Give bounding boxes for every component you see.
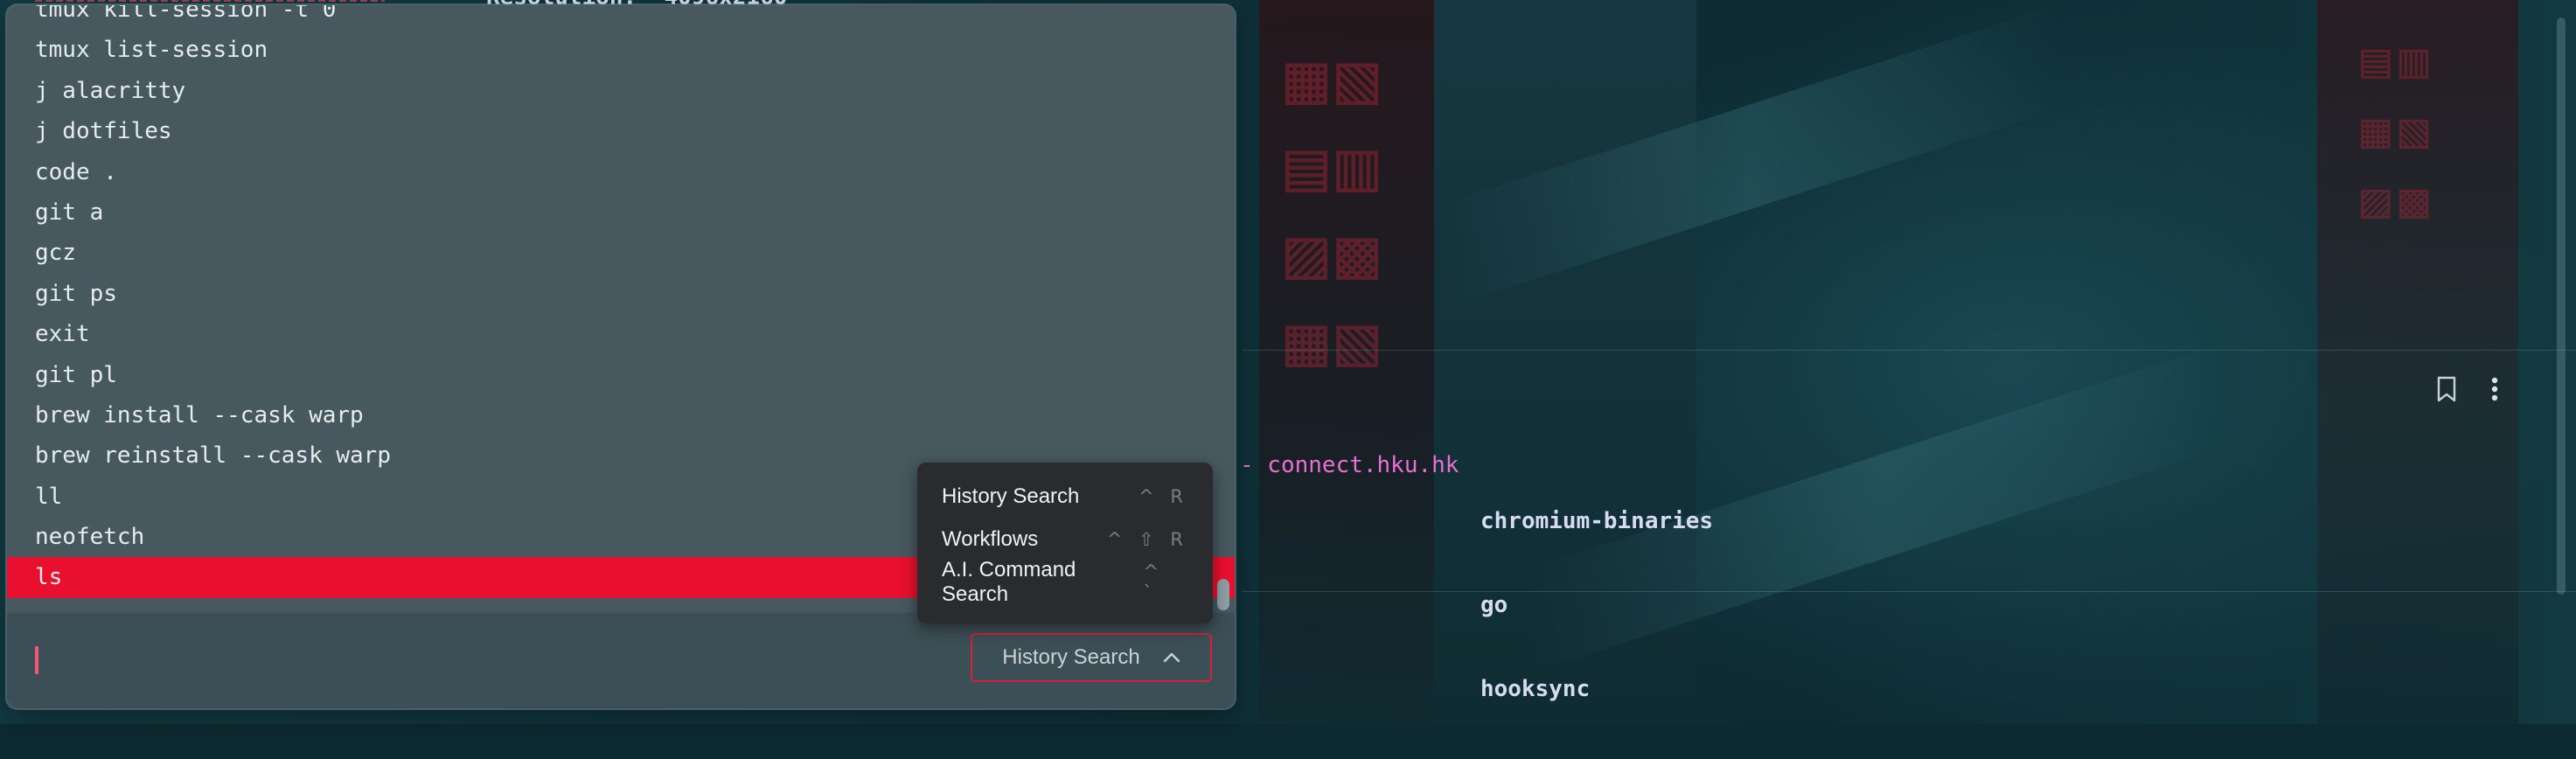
window-scrollbar[interactable]: [2557, 17, 2566, 595]
history-item[interactable]: tmux kill-session -t 0: [7, 5, 1235, 30]
history-scrollbar[interactable]: [1217, 579, 1229, 610]
history-search-mode-button[interactable]: History Search: [971, 633, 1212, 682]
block-actions: [2436, 376, 2499, 402]
menu-item-label: A.I. Command Search: [942, 557, 1076, 606]
ls-entry: go: [1480, 592, 1508, 618]
menu-item-workflows[interactable]: Workflows ^ ⇧ R: [917, 518, 1213, 561]
bookmark-icon[interactable]: [2436, 376, 2457, 402]
history-item[interactable]: tmux list-session: [7, 30, 1235, 70]
prompt-path: - connect.hku.hk: [1240, 452, 1459, 478]
ls-entry: hooksync: [1480, 676, 1591, 702]
history-item[interactable]: code .: [7, 152, 1235, 192]
history-item[interactable]: git ps: [7, 274, 1235, 314]
menu-item-shortcut: ^ `: [1143, 561, 1165, 603]
previous-output-partial: [35, 0, 385, 2]
history-item[interactable]: brew install --cask warp: [7, 395, 1235, 435]
menu-item-shortcut: ^ ⇧ R: [1106, 528, 1188, 550]
search-mode-menu: History Search ^ R Workflows ^ ⇧ R A.I. …: [917, 463, 1213, 623]
history-item[interactable]: j dotfiles: [7, 111, 1235, 151]
history-item[interactable]: git a: [7, 192, 1235, 233]
history-item[interactable]: git pl: [7, 355, 1235, 395]
history-item[interactable]: gcz: [7, 233, 1235, 273]
menu-item-history-search[interactable]: History Search ^ R: [917, 475, 1213, 518]
menu-item-ai-command-search[interactable]: A.I. Command Search ^ `: [917, 558, 1213, 606]
menu-item-label: History Search: [942, 484, 1080, 508]
menu-item-shortcut: ^ R: [1138, 485, 1188, 507]
history-item[interactable]: j alacritty: [7, 71, 1235, 111]
ls-output: chromium-binaries go hooksync: [1480, 451, 1713, 759]
ls-entry: chromium-binaries: [1480, 508, 1714, 534]
more-vertical-icon[interactable]: [2490, 377, 2499, 401]
menu-item-label: Workflows: [942, 526, 1039, 551]
chevron-up-icon: [1163, 652, 1180, 663]
mode-button-label: History Search: [1002, 645, 1140, 669]
history-item[interactable]: exit: [7, 314, 1235, 354]
text-cursor: [35, 646, 38, 674]
